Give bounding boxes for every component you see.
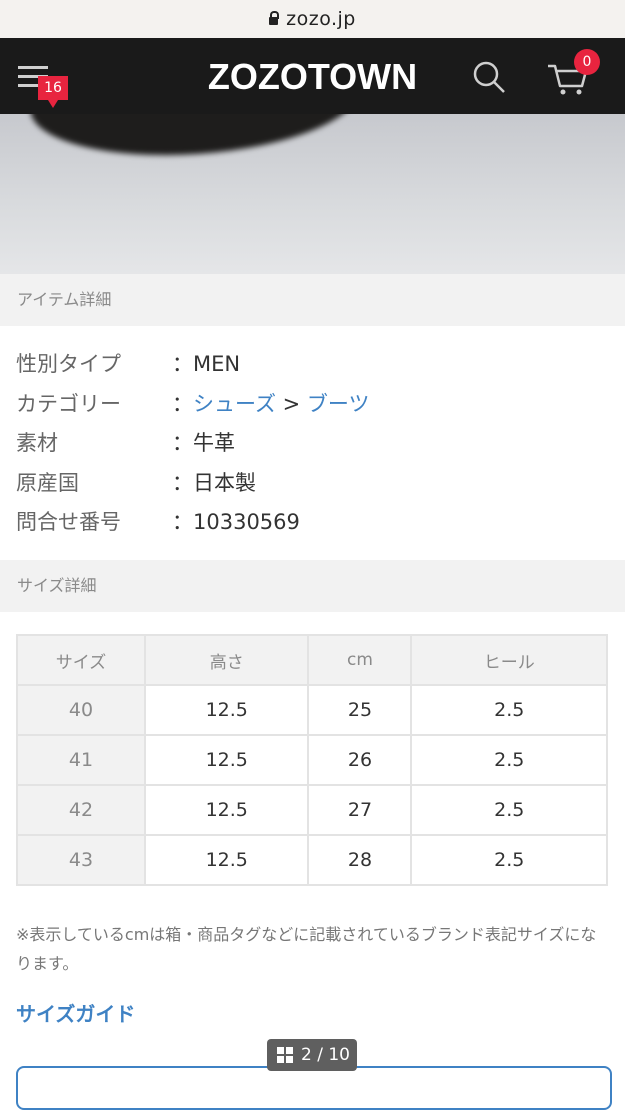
cm-cell: 26 [307,734,413,786]
category-separator: > [275,392,307,416]
spec-value: ：牛革 [172,431,235,455]
size-guide-link[interactable]: サイズガイド [16,998,135,1027]
category-link-shoes[interactable]: シューズ [193,392,276,416]
url-text: zozo.jp [286,8,356,30]
spec-label: 性別タイプ [16,352,121,376]
size-cell: 42 [16,784,146,836]
height-cell: 12.5 [143,834,310,886]
spec-value: ：MEN [172,352,241,376]
heel-cell: 2.5 [410,834,608,886]
heel-cell: 2.5 [410,684,608,736]
size-cell: 41 [16,734,146,786]
image-pager[interactable]: 2 / 10 [267,1039,357,1071]
column-header: ヒール [410,634,608,686]
size-table: サイズ 高さ cm ヒール 40 12.5 25 2.5 41 12.5 26 … [16,634,608,886]
spec-row-origin: 原産国 ：日本製 [16,463,616,503]
search-icon[interactable] [472,60,506,94]
cart-count-badge: 0 [574,49,600,75]
table-row: 43 12.5 28 2.5 [16,834,608,886]
size-cell: 43 [16,834,146,886]
pager-label: 2 / 10 [301,1045,350,1065]
size-details-heading: サイズ詳細 [0,560,625,612]
heel-cell: 2.5 [410,784,608,836]
cm-cell: 25 [307,684,413,736]
height-cell: 12.5 [143,684,310,736]
spec-label: 素材 [16,431,58,455]
spec-value: ：日本製 [172,471,256,495]
size-note: ※表示しているcmは箱・商品タグなどに記載されているブランド表記サイズになります… [16,925,597,973]
table-row: 42 12.5 27 2.5 [16,784,608,836]
lock-icon [269,11,280,25]
height-cell: 12.5 [143,784,310,836]
spec-value-prefix: ： [172,392,193,416]
address-bar[interactable]: zozo.jp [0,0,625,38]
spec-row-gender: 性別タイプ ：MEN [16,344,616,384]
column-header: 高さ [143,634,310,686]
spec-row-material: 素材 ：牛革 [16,423,616,463]
cm-cell: 28 [307,834,413,886]
site-header: 16 ZOZOTOWN [0,38,625,114]
column-header: サイズ [16,634,146,686]
category-link-boots[interactable]: ブーツ [307,392,370,416]
spec-row-inquiry-number: 問合せ番号 ：10330569 [16,502,616,542]
site-logo[interactable]: ZOZOTOWN [0,56,625,98]
table-row: 41 12.5 26 2.5 [16,734,608,786]
cm-cell: 27 [307,784,413,836]
spec-value: ：10330569 [172,510,300,534]
spec-label: 原産国 [16,471,79,495]
height-cell: 12.5 [143,734,310,786]
size-table-header: サイズ 高さ cm ヒール [16,634,608,686]
table-row: 40 12.5 25 2.5 [16,684,608,736]
grid-icon [277,1047,293,1063]
item-details-heading: アイテム詳細 [0,274,625,326]
spec-label: カテゴリー [16,392,121,416]
size-cell: 40 [16,684,146,736]
heel-cell: 2.5 [410,734,608,786]
spec-label: 問合せ番号 [16,510,121,534]
spec-row-category: カテゴリー ：シューズ > ブーツ [16,384,616,424]
column-header: cm [307,634,413,686]
bottom-button[interactable] [16,1066,612,1110]
product-image[interactable] [0,114,625,274]
